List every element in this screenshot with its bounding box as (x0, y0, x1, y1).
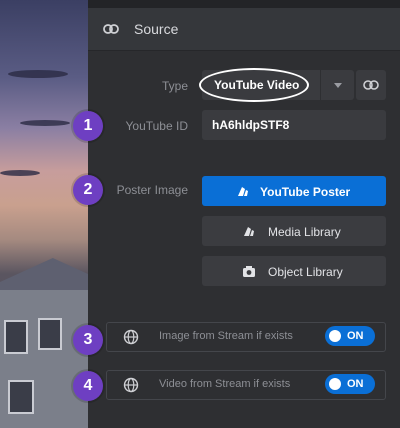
poster-icon (244, 227, 254, 236)
settings-panel: Source Type YouTube Video YouTube ID hA6… (88, 0, 400, 428)
panel-topbar (88, 0, 400, 8)
youtube-id-value: hA6hldpSTF8 (212, 118, 290, 132)
switch-knob (329, 378, 341, 390)
switch-state: ON (347, 330, 364, 342)
video-stream-toggle-row: Video from Stream if exists ON (106, 370, 386, 400)
video-stream-label: Video from Stream if exists (159, 378, 291, 390)
media-library-label: Media Library (268, 225, 341, 239)
link-icon (363, 80, 379, 90)
globe-icon (123, 329, 139, 345)
image-stream-label: Image from Stream if exists (159, 330, 293, 342)
switch-knob (329, 330, 341, 342)
background-photo (0, 0, 88, 428)
globe-icon (123, 377, 139, 393)
poster-icon (238, 187, 248, 196)
step-badge-3: 3 (73, 325, 103, 355)
media-library-button[interactable]: Media Library (202, 216, 386, 246)
step-badge-1: 1 (73, 111, 103, 141)
youtube-id-input[interactable]: hA6hldpSTF8 (202, 110, 386, 140)
highlight-ring (199, 68, 309, 102)
section-header[interactable]: Source (88, 8, 400, 51)
camera-icon (243, 266, 255, 277)
link-icon (103, 24, 119, 34)
image-stream-switch[interactable]: ON (325, 326, 375, 346)
poster-image-label: Poster Image (116, 183, 188, 197)
youtube-poster-button[interactable]: YouTube Poster (202, 176, 386, 206)
link-button[interactable] (356, 70, 386, 100)
section-title: Source (134, 21, 179, 37)
type-select[interactable]: YouTube Video (199, 68, 355, 102)
object-library-button[interactable]: Object Library (202, 256, 386, 286)
youtube-id-label: YouTube ID (125, 119, 189, 133)
step-badge-2: 2 (73, 175, 103, 205)
object-library-label: Object Library (268, 265, 343, 279)
image-stream-toggle-row: Image from Stream if exists ON (106, 322, 386, 352)
video-stream-switch[interactable]: ON (325, 374, 375, 394)
step-badge-4: 4 (73, 371, 103, 401)
switch-state: ON (347, 378, 364, 390)
youtube-poster-label: YouTube Poster (260, 185, 351, 199)
type-label: Type (161, 79, 188, 93)
chevron-down-icon[interactable] (320, 70, 355, 100)
